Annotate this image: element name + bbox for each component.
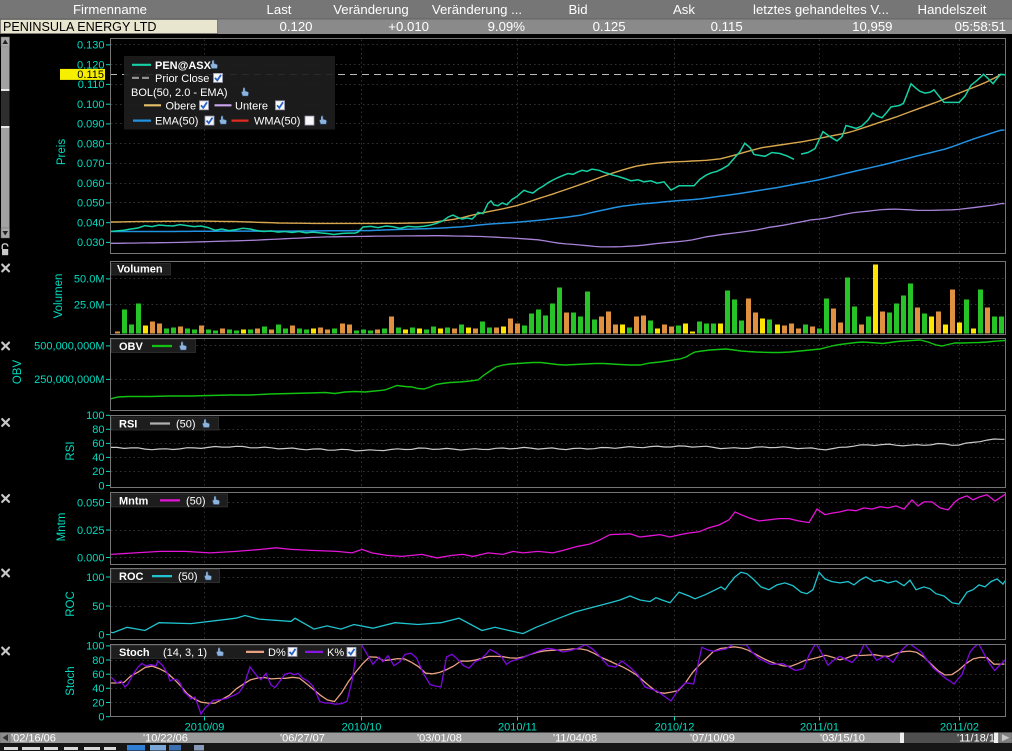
- svg-text:0.120: 0.120: [279, 19, 312, 34]
- svg-text:+0.010: +0.010: [388, 19, 429, 34]
- svg-text:50: 50: [92, 601, 104, 613]
- svg-text:9.09%: 9.09%: [488, 19, 526, 34]
- svg-text:Veränderung: Veränderung: [333, 2, 409, 17]
- svg-text:(14, 3, 1): (14, 3, 1): [163, 647, 207, 659]
- svg-text:100: 100: [86, 572, 104, 584]
- svg-text:EMA(50): EMA(50): [155, 116, 198, 128]
- svg-text:(50): (50): [178, 571, 198, 583]
- svg-text:05:58:51: 05:58:51: [955, 19, 1006, 34]
- svg-text:Stoch: Stoch: [65, 666, 77, 695]
- svg-text:Prior Close: Prior Close: [155, 73, 209, 85]
- svg-text:Mntm: Mntm: [119, 495, 149, 507]
- svg-text:K%: K%: [327, 647, 344, 659]
- svg-text:letztes gehandeltes V...: letztes gehandeltes V...: [753, 2, 889, 17]
- svg-text:Preis: Preis: [56, 139, 68, 165]
- svg-text:Handelszeit: Handelszeit: [918, 2, 987, 17]
- svg-text:2010/10: 2010/10: [342, 722, 382, 734]
- svg-text:PEN@ASX: PEN@ASX: [155, 60, 212, 72]
- svg-text:(50): (50): [186, 495, 206, 507]
- svg-text:0.090: 0.090: [77, 119, 105, 131]
- svg-text:Veränderung ...: Veränderung ...: [432, 2, 522, 17]
- svg-text:PENINSULA ENERGY LTD: PENINSULA ENERGY LTD: [3, 20, 157, 34]
- svg-text:60: 60: [92, 438, 104, 450]
- svg-text:Untere: Untere: [235, 100, 268, 112]
- svg-text:OBV: OBV: [12, 360, 24, 385]
- svg-text:Stoch: Stoch: [119, 647, 150, 659]
- svg-text:'10/22/06: '10/22/06: [143, 733, 188, 745]
- svg-text:'11/04/08: '11/04/08: [553, 733, 597, 745]
- svg-text:'07/10/09: '07/10/09: [690, 733, 735, 745]
- svg-text:ROC: ROC: [65, 591, 77, 617]
- svg-text:2010/12: 2010/12: [655, 722, 695, 734]
- svg-text:2010/11: 2010/11: [498, 722, 537, 734]
- svg-text:0.025: 0.025: [77, 525, 105, 537]
- svg-text:0.030: 0.030: [77, 237, 105, 249]
- svg-text:0.060: 0.060: [77, 178, 105, 190]
- svg-text:0.130: 0.130: [77, 40, 105, 52]
- svg-text:500,000,000M: 500,000,000M: [34, 341, 104, 353]
- svg-text:0: 0: [98, 480, 104, 492]
- svg-text:(50): (50): [176, 419, 196, 431]
- svg-text:25.0M: 25.0M: [74, 300, 105, 312]
- svg-text:0.115: 0.115: [711, 19, 743, 34]
- svg-text:80: 80: [92, 424, 104, 436]
- svg-text:D%: D%: [268, 647, 286, 659]
- svg-text:'11/18/1: '11/18/1: [957, 733, 995, 745]
- svg-text:RSI: RSI: [65, 441, 77, 460]
- svg-text:Volumen: Volumen: [53, 274, 65, 319]
- svg-text:0: 0: [98, 629, 104, 641]
- svg-text:Last: Last: [267, 2, 292, 17]
- svg-text:40: 40: [92, 452, 104, 464]
- svg-text:OBV: OBV: [119, 341, 144, 353]
- svg-text:ROC: ROC: [119, 571, 144, 583]
- svg-text:0.040: 0.040: [77, 218, 105, 230]
- svg-text:0.115: 0.115: [77, 69, 104, 81]
- svg-text:Obere: Obere: [166, 100, 197, 112]
- svg-text:0.070: 0.070: [77, 158, 105, 170]
- svg-text:0: 0: [98, 712, 104, 724]
- svg-text:80: 80: [92, 655, 104, 667]
- svg-text:0.100: 0.100: [77, 99, 105, 111]
- svg-text:100: 100: [86, 410, 104, 422]
- svg-text:'03/01/08: '03/01/08: [417, 733, 462, 745]
- svg-text:'02/16/06: '02/16/06: [11, 733, 56, 745]
- svg-text:100: 100: [86, 641, 104, 653]
- svg-text:2010/09: 2010/09: [185, 722, 225, 734]
- svg-text:50.0M: 50.0M: [74, 274, 105, 286]
- svg-text:'03/15/10: '03/15/10: [820, 733, 865, 745]
- svg-text:Firmenname: Firmenname: [73, 2, 147, 17]
- svg-text:Ask: Ask: [673, 2, 695, 17]
- svg-text:40: 40: [92, 683, 104, 695]
- svg-text:Mntm: Mntm: [56, 513, 68, 542]
- svg-text:20: 20: [92, 466, 104, 478]
- svg-text:BOL(50, 2.0 - EMA): BOL(50, 2.0 - EMA): [131, 87, 228, 99]
- svg-text:250,000,000M: 250,000,000M: [34, 374, 104, 386]
- svg-text:Bid: Bid: [568, 2, 587, 17]
- svg-text:Volumen: Volumen: [117, 264, 163, 276]
- svg-text:0.050: 0.050: [77, 497, 105, 509]
- svg-text:0.125: 0.125: [593, 19, 626, 34]
- svg-text:0.050: 0.050: [77, 198, 105, 210]
- svg-text:10,959: 10,959: [852, 19, 892, 34]
- svg-text:RSI: RSI: [119, 419, 137, 431]
- svg-text:0.080: 0.080: [77, 139, 105, 151]
- svg-text:20: 20: [92, 697, 104, 709]
- svg-text:60: 60: [92, 669, 104, 681]
- svg-text:0.000: 0.000: [77, 552, 105, 564]
- svg-text:'06/27/07: '06/27/07: [280, 733, 325, 745]
- svg-text:WMA(50): WMA(50): [254, 116, 300, 128]
